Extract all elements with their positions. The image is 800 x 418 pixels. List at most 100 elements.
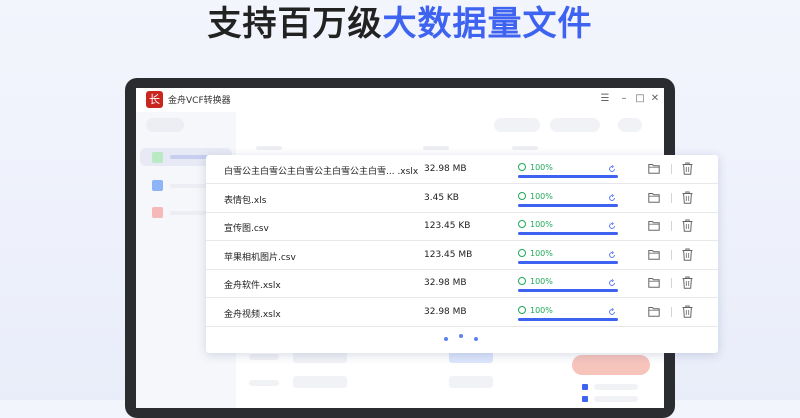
folder-icon[interactable] bbox=[648, 192, 660, 203]
trash-icon[interactable] bbox=[682, 276, 693, 289]
file-size: 32.98 MB bbox=[424, 278, 467, 288]
action-separator bbox=[671, 278, 672, 288]
folder-icon[interactable] bbox=[648, 306, 660, 317]
progress-bar bbox=[518, 317, 618, 321]
checkbox-label-placeholder bbox=[594, 396, 638, 402]
sidebar-item-label bbox=[170, 184, 210, 188]
progress-fill bbox=[518, 317, 618, 321]
sidebar-item-icon[interactable] bbox=[152, 207, 163, 218]
file-row: 表情包.xls 3.45 KB 100% bbox=[206, 184, 718, 213]
file-size: 123.45 KB bbox=[424, 221, 471, 231]
header-placeholder bbox=[423, 146, 449, 150]
refresh-icon[interactable] bbox=[608, 279, 616, 287]
trash-icon[interactable] bbox=[682, 162, 693, 175]
folder-icon[interactable] bbox=[648, 277, 660, 288]
progress-fill bbox=[518, 232, 618, 235]
progress-percent: 100% bbox=[530, 191, 553, 201]
loading-dot bbox=[459, 334, 463, 338]
refresh-icon[interactable] bbox=[608, 193, 616, 202]
file-name: 白雪公主白雪公主白雪公主白雪公主白雪... .xslx bbox=[224, 167, 419, 177]
trash-icon[interactable] bbox=[682, 219, 693, 232]
loading-dot bbox=[444, 337, 448, 341]
action-separator bbox=[671, 221, 672, 231]
file-size: 3.45 KB bbox=[424, 192, 459, 203]
progress-percent: 100% bbox=[530, 220, 553, 229]
sidebar-placeholder bbox=[146, 118, 184, 132]
smile-icon bbox=[518, 305, 526, 314]
file-name: 苹果相机图片.csv bbox=[224, 252, 296, 263]
select-placeholder bbox=[293, 376, 347, 388]
action-separator bbox=[671, 192, 672, 203]
settings-placeholder bbox=[249, 380, 279, 386]
progress-bar bbox=[518, 203, 618, 207]
file-row: 苹果相机图片.csv 123.45 MB 100% bbox=[206, 241, 718, 270]
header-placeholder bbox=[512, 146, 538, 150]
close-button[interactable]: ✕ bbox=[648, 92, 662, 106]
progress-fill bbox=[518, 203, 618, 207]
progress-percent: 100% bbox=[530, 163, 553, 172]
folder-icon[interactable] bbox=[648, 163, 660, 174]
progress-bar bbox=[518, 175, 618, 178]
toolbar-placeholder bbox=[550, 118, 600, 132]
progress-fill bbox=[518, 260, 618, 264]
headline: 支持百万级大数据量文件 bbox=[0, 2, 800, 46]
file-size: 123.45 MB bbox=[424, 249, 473, 260]
sidebar-item-label bbox=[170, 155, 210, 159]
select-placeholder bbox=[449, 376, 493, 388]
progress-percent: 100% bbox=[530, 277, 553, 286]
progress-bar bbox=[518, 260, 618, 264]
minimize-button[interactable]: – bbox=[617, 92, 631, 106]
action-separator bbox=[671, 249, 672, 260]
headline-highlight: 大数据量文件 bbox=[382, 4, 593, 44]
app-title: 金舟VCF转换器 bbox=[168, 96, 231, 106]
app-logo: 长 bbox=[146, 91, 163, 108]
sidebar-item-icon bbox=[152, 152, 163, 163]
folder-icon[interactable] bbox=[648, 249, 660, 260]
file-name: 宣传图.csv bbox=[224, 224, 269, 234]
header-placeholder bbox=[256, 146, 282, 150]
refresh-icon[interactable] bbox=[608, 250, 616, 259]
file-row: 宣传图.csv 123.45 KB 100% bbox=[206, 212, 718, 241]
progress-bar bbox=[518, 289, 618, 292]
checkbox[interactable] bbox=[582, 384, 588, 390]
action-separator bbox=[671, 164, 672, 174]
trash-icon[interactable] bbox=[682, 305, 693, 318]
file-list-panel: 白雪公主白雪公主白雪公主白雪公主白雪... .xslx 32.98 MB 100% 表… bbox=[206, 155, 718, 353]
file-row: 金舟视频.xslx 32.98 MB 100% bbox=[206, 298, 718, 327]
smile-icon bbox=[518, 163, 526, 171]
title-bar: 长 金舟VCF转换器 ☰ – □ ✕ bbox=[136, 88, 664, 112]
trash-icon[interactable] bbox=[682, 248, 693, 261]
file-name: 表情包.xls bbox=[224, 195, 267, 206]
file-name: 金舟视频.xslx bbox=[224, 309, 281, 320]
checkbox[interactable] bbox=[582, 396, 588, 402]
file-row: 金舟软件.xslx 32.98 MB 100% bbox=[206, 269, 718, 298]
sidebar-item-label bbox=[170, 211, 210, 215]
smile-icon bbox=[518, 220, 526, 228]
refresh-icon[interactable] bbox=[608, 307, 616, 316]
smile-icon bbox=[518, 191, 526, 200]
loading-dot bbox=[474, 337, 478, 341]
convert-button-placeholder bbox=[572, 355, 650, 375]
progress-fill bbox=[518, 175, 618, 178]
settings-placeholder bbox=[249, 354, 279, 360]
file-size: 32.98 MB bbox=[424, 306, 467, 317]
toolbar-placeholder bbox=[618, 118, 642, 132]
maximize-button[interactable]: □ bbox=[633, 92, 647, 106]
checkbox-label-placeholder bbox=[594, 384, 638, 390]
trash-icon[interactable] bbox=[682, 191, 693, 204]
progress-percent: 100% bbox=[530, 248, 553, 258]
file-name: 金舟软件.xslx bbox=[224, 281, 281, 291]
file-size: 32.98 MB bbox=[424, 164, 467, 174]
action-separator bbox=[671, 306, 672, 317]
toolbar-placeholder bbox=[494, 118, 540, 132]
menu-icon[interactable]: ☰ bbox=[598, 92, 612, 106]
refresh-icon[interactable] bbox=[608, 165, 616, 173]
sidebar-item-icon[interactable] bbox=[152, 180, 163, 191]
progress-percent: 100% bbox=[530, 305, 553, 315]
file-row: 白雪公主白雪公主白雪公主白雪公主白雪... .xslx 32.98 MB 100% bbox=[206, 155, 718, 184]
refresh-icon[interactable] bbox=[608, 222, 616, 230]
progress-fill bbox=[518, 289, 618, 292]
progress-bar bbox=[518, 232, 618, 235]
folder-icon[interactable] bbox=[648, 220, 660, 231]
smile-icon bbox=[518, 277, 526, 285]
